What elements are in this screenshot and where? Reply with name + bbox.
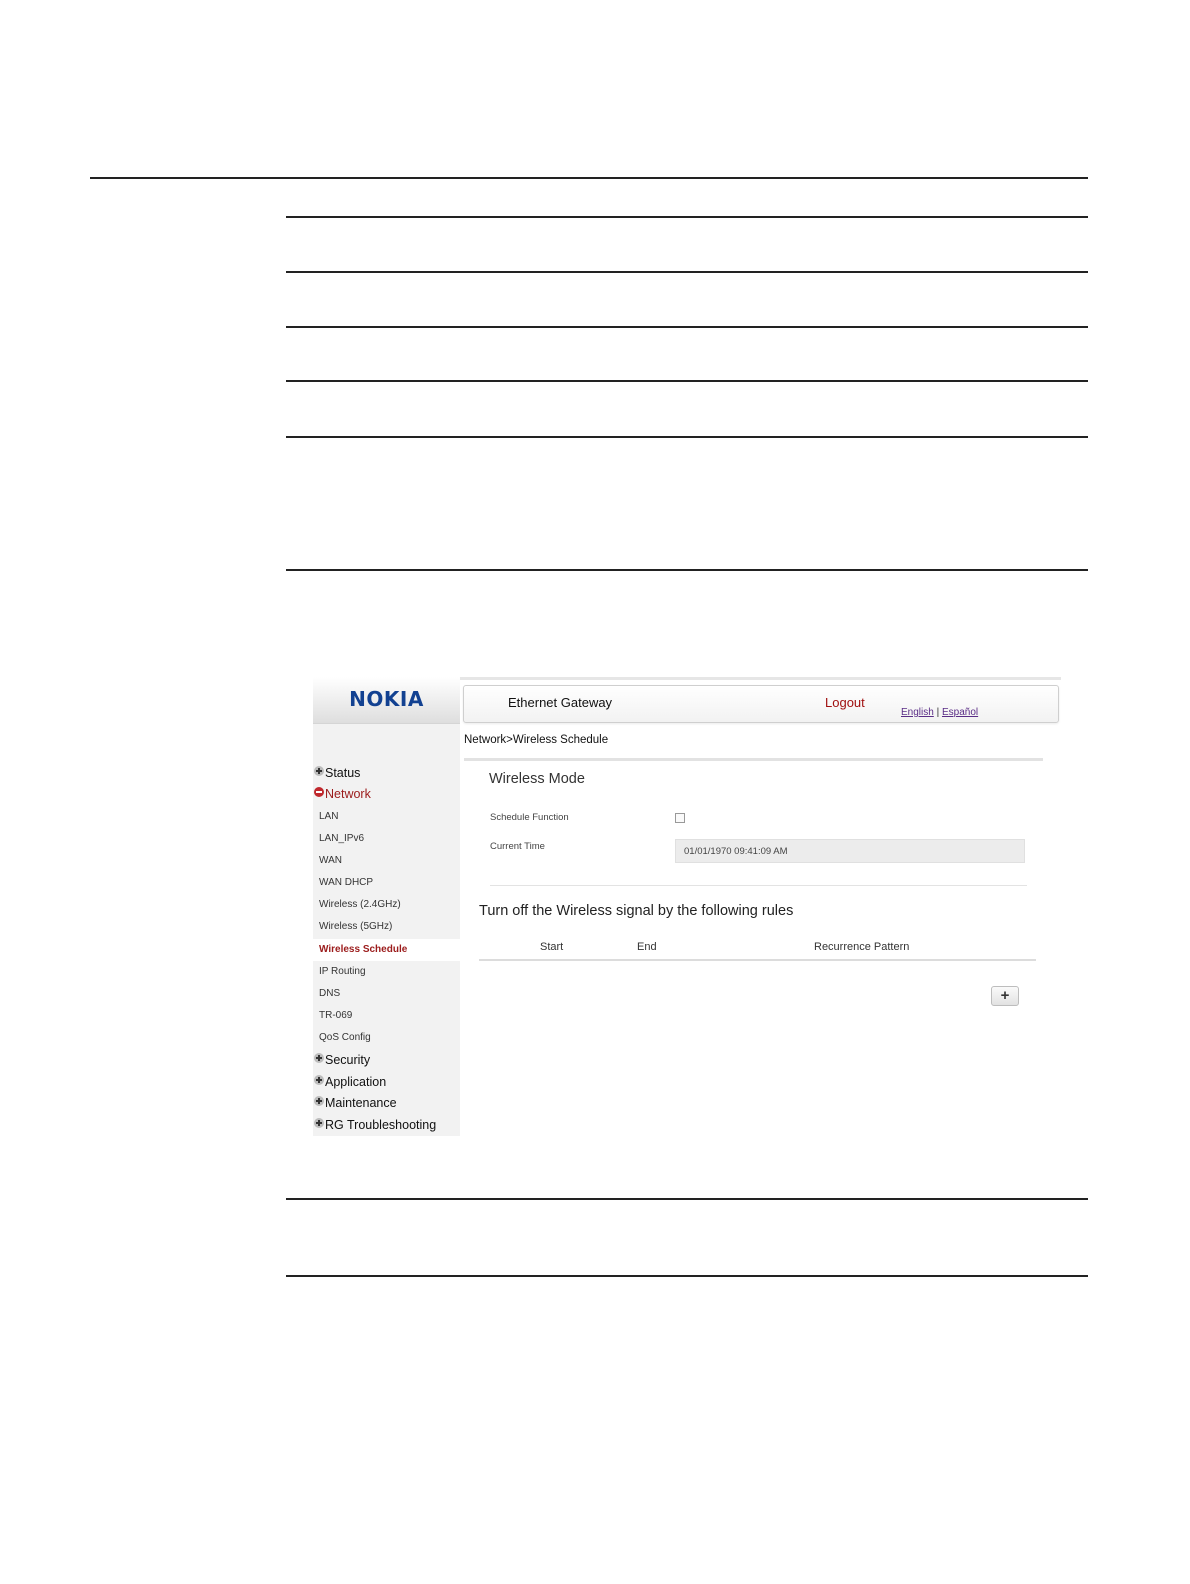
column-header-recurrence: Recurrence Pattern [814, 941, 910, 953]
sidebar-item-label: Status [325, 766, 361, 780]
lang-spanish-link[interactable]: Español [942, 707, 978, 718]
sidebar-item-wan-dhcp[interactable]: WAN DHCP [319, 876, 373, 890]
logo-box: NOKIA [313, 677, 460, 724]
nokia-logo: NOKIA [349, 687, 424, 711]
expand-icon [314, 766, 324, 776]
sidebar-item-qos-config[interactable]: QoS Config [319, 1031, 371, 1045]
expand-icon [314, 1096, 324, 1106]
app-title: Ethernet Gateway [508, 695, 613, 710]
header-bar: Ethernet Gateway Logout English | Españo… [463, 685, 1059, 723]
logout-link[interactable]: Logout [825, 695, 865, 710]
lang-separator: | [936, 707, 940, 718]
sidebar-item-wireless-24ghz[interactable]: Wireless (2.4GHz) [319, 898, 401, 912]
sidebar-item-wan[interactable]: WAN [319, 854, 342, 868]
current-time-field: 01/01/1970 09:41:09 AM [675, 839, 1025, 863]
table-header-divider [479, 959, 1036, 961]
sidebar-item-label: RG Troubleshooting [325, 1118, 437, 1132]
language-switcher: English | Español [901, 707, 978, 718]
expand-icon [314, 1075, 324, 1085]
sidebar-item-rg-troubleshooting[interactable]: RG Troubleshooting [313, 1116, 436, 1134]
sidebar-item-label: Security [325, 1053, 371, 1067]
table-rule [286, 216, 1088, 218]
table-rule [286, 326, 1088, 328]
table-rule [286, 436, 1088, 438]
table-rule [286, 271, 1088, 273]
current-time-label: Current Time [490, 841, 545, 852]
sidebar-item-network[interactable]: Network [313, 785, 371, 803]
sidebar-item-security[interactable]: Security [313, 1051, 370, 1069]
table-rule [286, 380, 1088, 382]
expand-icon [314, 1118, 324, 1128]
sidebar-item-lan-ipv6[interactable]: LAN_IPv6 [319, 832, 364, 846]
sidebar-item-ip-routing[interactable]: IP Routing [319, 965, 366, 979]
gateway-screenshot: NOKIA Status Network LAN LAN_IPv6 WAN WA… [313, 677, 1061, 1137]
table-rule [286, 1275, 1088, 1277]
sidebar-item-label: Application [325, 1075, 387, 1089]
column-header-end: End [637, 941, 657, 953]
add-rule-button[interactable]: + [991, 986, 1019, 1006]
breadcrumb-divider [464, 758, 1043, 761]
schedule-function-label: Schedule Function [490, 812, 569, 823]
collapse-icon [314, 787, 324, 797]
rules-title: Turn off the Wireless signal by the foll… [479, 903, 794, 919]
column-header-start: Start [540, 941, 564, 953]
sidebar-item-status[interactable]: Status [313, 764, 360, 782]
sidebar-item-label: Network [325, 787, 371, 801]
sidebar-item-tr069[interactable]: TR-069 [319, 1009, 352, 1023]
breadcrumb: Network>Wireless Schedule [464, 734, 609, 746]
sidebar-item-dns[interactable]: DNS [319, 987, 340, 1001]
sidebar-item-label: Maintenance [325, 1096, 397, 1110]
section-divider [490, 885, 1027, 886]
page-top-rule [90, 177, 1088, 179]
sidebar-item-application[interactable]: Application [313, 1073, 386, 1091]
sidebar-item-wireless-schedule[interactable]: Wireless Schedule [319, 943, 407, 957]
section-title: Wireless Mode [489, 771, 585, 787]
sidebar: NOKIA Status Network LAN LAN_IPv6 WAN WA… [313, 677, 460, 1136]
sidebar-item-lan[interactable]: LAN [319, 810, 338, 824]
schedule-function-checkbox[interactable] [675, 813, 685, 823]
lang-english-link[interactable]: English [901, 707, 934, 718]
sidebar-item-maintenance[interactable]: Maintenance [313, 1094, 397, 1112]
sidebar-item-wireless-5ghz[interactable]: Wireless (5GHz) [319, 920, 392, 934]
table-rule [286, 569, 1088, 571]
expand-icon [314, 1053, 324, 1063]
table-rule [286, 1198, 1088, 1200]
